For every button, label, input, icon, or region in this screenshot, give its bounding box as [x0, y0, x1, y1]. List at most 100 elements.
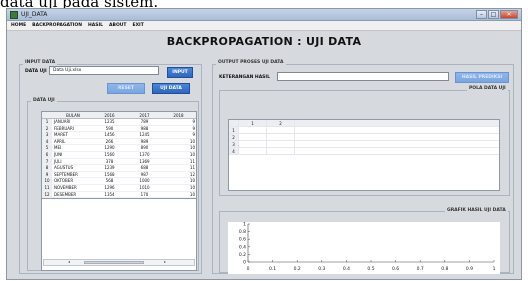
maximize-button[interactable]: □ — [488, 10, 499, 19]
reset-button[interactable]: RESET — [107, 83, 145, 94]
table-row[interactable]: 2 FEBRUARI 590 988 9 — [42, 125, 196, 133]
table-cell[interactable]: JUNI — [52, 152, 92, 158]
table-cell[interactable]: 688 — [127, 165, 162, 171]
table-cell[interactable] — [239, 127, 267, 133]
table-cell[interactable] — [267, 134, 295, 140]
table-cell[interactable] — [239, 141, 267, 147]
table-cell[interactable]: 10 — [162, 185, 196, 191]
table-cell[interactable]: 10 — [162, 139, 196, 145]
table-cell[interactable]: APRIL — [52, 139, 92, 145]
hasil-prediksi-button[interactable]: HASIL PREDIKSI — [455, 72, 509, 83]
table-row[interactable]: 9 SEPTEMBER 1568 987 12 — [42, 171, 196, 179]
scroll-right-icon[interactable]: ▸ — [164, 259, 166, 264]
table-row[interactable]: 2 — [229, 134, 499, 141]
keterangan-field[interactable] — [277, 72, 449, 81]
table-cell[interactable] — [267, 127, 295, 133]
table-row[interactable]: 12 DESEMBER 1354 170 10 — [42, 191, 196, 199]
table-cell[interactable]: 10 — [162, 145, 196, 151]
table-cell[interactable]: 9 — [162, 119, 196, 125]
file-input[interactable]: Data Uji.xlsx — [49, 66, 159, 75]
table-row[interactable]: 10 OKTOBER 568 1000 10 — [42, 178, 196, 185]
menu-hasil[interactable]: HASIL — [88, 21, 103, 30]
table-header: BULAN 2016 2017 2018 — [42, 112, 196, 119]
table-cell[interactable]: SEPTEMBER — [52, 172, 92, 178]
column-header[interactable]: BULAN — [52, 112, 92, 118]
table-row[interactable]: 11 NOVEMBER 1296 1010 10 — [42, 184, 196, 192]
menu-backpropagation[interactable]: BACKPROPAGATION — [32, 21, 82, 30]
table-cell[interactable] — [267, 141, 295, 147]
table-cell[interactable]: 1456 — [92, 132, 127, 138]
table-cell[interactable]: OKTOBER — [52, 178, 92, 184]
table-cell[interactable]: 1000 — [127, 178, 162, 184]
table-cell[interactable]: MARET — [52, 132, 92, 138]
table-row[interactable]: 1 — [229, 127, 499, 134]
column-header[interactable]: 2 — [267, 120, 295, 126]
table-cell[interactable]: 11 — [162, 159, 196, 165]
table-cell[interactable]: 1296 — [92, 185, 127, 191]
table-cell[interactable]: 890 — [127, 145, 162, 151]
minimize-button[interactable]: – — [476, 10, 487, 19]
table-cell[interactable] — [239, 134, 267, 140]
table-row[interactable]: 5 MEI 1290 890 10 — [42, 145, 196, 152]
table-row[interactable]: 6 JUNI 1560 1370 10 — [42, 151, 196, 159]
column-header[interactable]: 1 — [239, 120, 267, 126]
table-cell[interactable]: 1239 — [92, 165, 127, 171]
menu-about[interactable]: ABOUT — [109, 21, 126, 30]
table-cell[interactable]: AGUSTUS — [52, 165, 92, 171]
table-cell[interactable]: 170 — [127, 192, 162, 198]
uji-data-button[interactable]: UJI DATA — [152, 83, 190, 94]
table-cell[interactable]: 789 — [127, 119, 162, 125]
table-row[interactable]: 7 JULI 378 1369 11 — [42, 158, 196, 166]
scroll-thumb[interactable] — [84, 261, 144, 264]
table-cell[interactable]: DESEMBER — [52, 192, 92, 198]
table-cell[interactable]: 1290 — [92, 145, 127, 151]
table-cell[interactable]: NOVEMBER — [52, 185, 92, 191]
menu-home[interactable]: HOME — [11, 21, 26, 30]
table-row[interactable]: 3 MARET 1456 1245 9 — [42, 132, 196, 139]
table-row[interactable]: 8 AGUSTUS 1239 688 11 — [42, 165, 196, 172]
table-cell[interactable]: 1370 — [127, 152, 162, 158]
table-cell[interactable]: JANUARI — [52, 119, 92, 125]
table-cell[interactable]: 1010 — [127, 185, 162, 191]
column-header[interactable] — [42, 112, 52, 118]
horizontal-scrollbar[interactable]: ◂ ▸ — [43, 259, 195, 266]
table-row[interactable]: 3 — [229, 141, 499, 148]
table-cell[interactable]: 590 — [92, 126, 127, 132]
column-header[interactable]: 2017 — [127, 112, 162, 118]
table-cell[interactable]: 10 — [162, 192, 196, 198]
input-button[interactable]: INPUT — [167, 67, 193, 78]
table-cell[interactable]: 1354 — [92, 192, 127, 198]
column-header[interactable] — [229, 120, 239, 126]
table-cell[interactable]: 10 — [162, 178, 196, 184]
table-cell[interactable] — [267, 148, 295, 154]
y-tick-label: 1 — [243, 222, 246, 228]
table-row[interactable]: 1 JANUARI 1235 789 9 — [42, 119, 196, 126]
table-cell[interactable]: 987 — [127, 172, 162, 178]
table-cell[interactable]: 989 — [127, 139, 162, 145]
table-cell[interactable]: MEI — [52, 145, 92, 151]
table-cell[interactable]: 12 — [162, 172, 196, 178]
table-cell[interactable]: 988 — [127, 126, 162, 132]
table-row[interactable]: 4 — [229, 148, 499, 155]
menu-exit[interactable]: EXIT — [133, 21, 144, 30]
table-cell[interactable]: JULI — [52, 159, 92, 165]
table-cell[interactable]: 9 — [162, 132, 196, 138]
table-cell[interactable]: 11 — [162, 165, 196, 171]
table-cell[interactable]: 568 — [92, 178, 127, 184]
table-cell[interactable]: 1369 — [127, 159, 162, 165]
table-cell[interactable]: 9 — [162, 126, 196, 132]
column-header[interactable]: 2018 — [162, 112, 196, 118]
column-header[interactable]: 2016 — [92, 112, 127, 118]
scroll-left-icon[interactable]: ◂ — [68, 259, 70, 264]
table-cell[interactable]: 10 — [162, 152, 196, 158]
table-cell[interactable]: 1560 — [92, 152, 127, 158]
table-cell[interactable] — [239, 148, 267, 154]
table-cell[interactable]: FEBRUARI — [52, 126, 92, 132]
table-cell[interactable]: 1568 — [92, 172, 127, 178]
table-cell[interactable]: 1245 — [127, 132, 162, 138]
table-row[interactable]: 4 APRIL 266 989 10 — [42, 138, 196, 146]
close-button[interactable]: ✕ — [500, 10, 518, 19]
table-cell[interactable]: 378 — [92, 159, 127, 165]
table-cell[interactable]: 1235 — [92, 119, 127, 125]
table-cell[interactable]: 266 — [92, 139, 127, 145]
